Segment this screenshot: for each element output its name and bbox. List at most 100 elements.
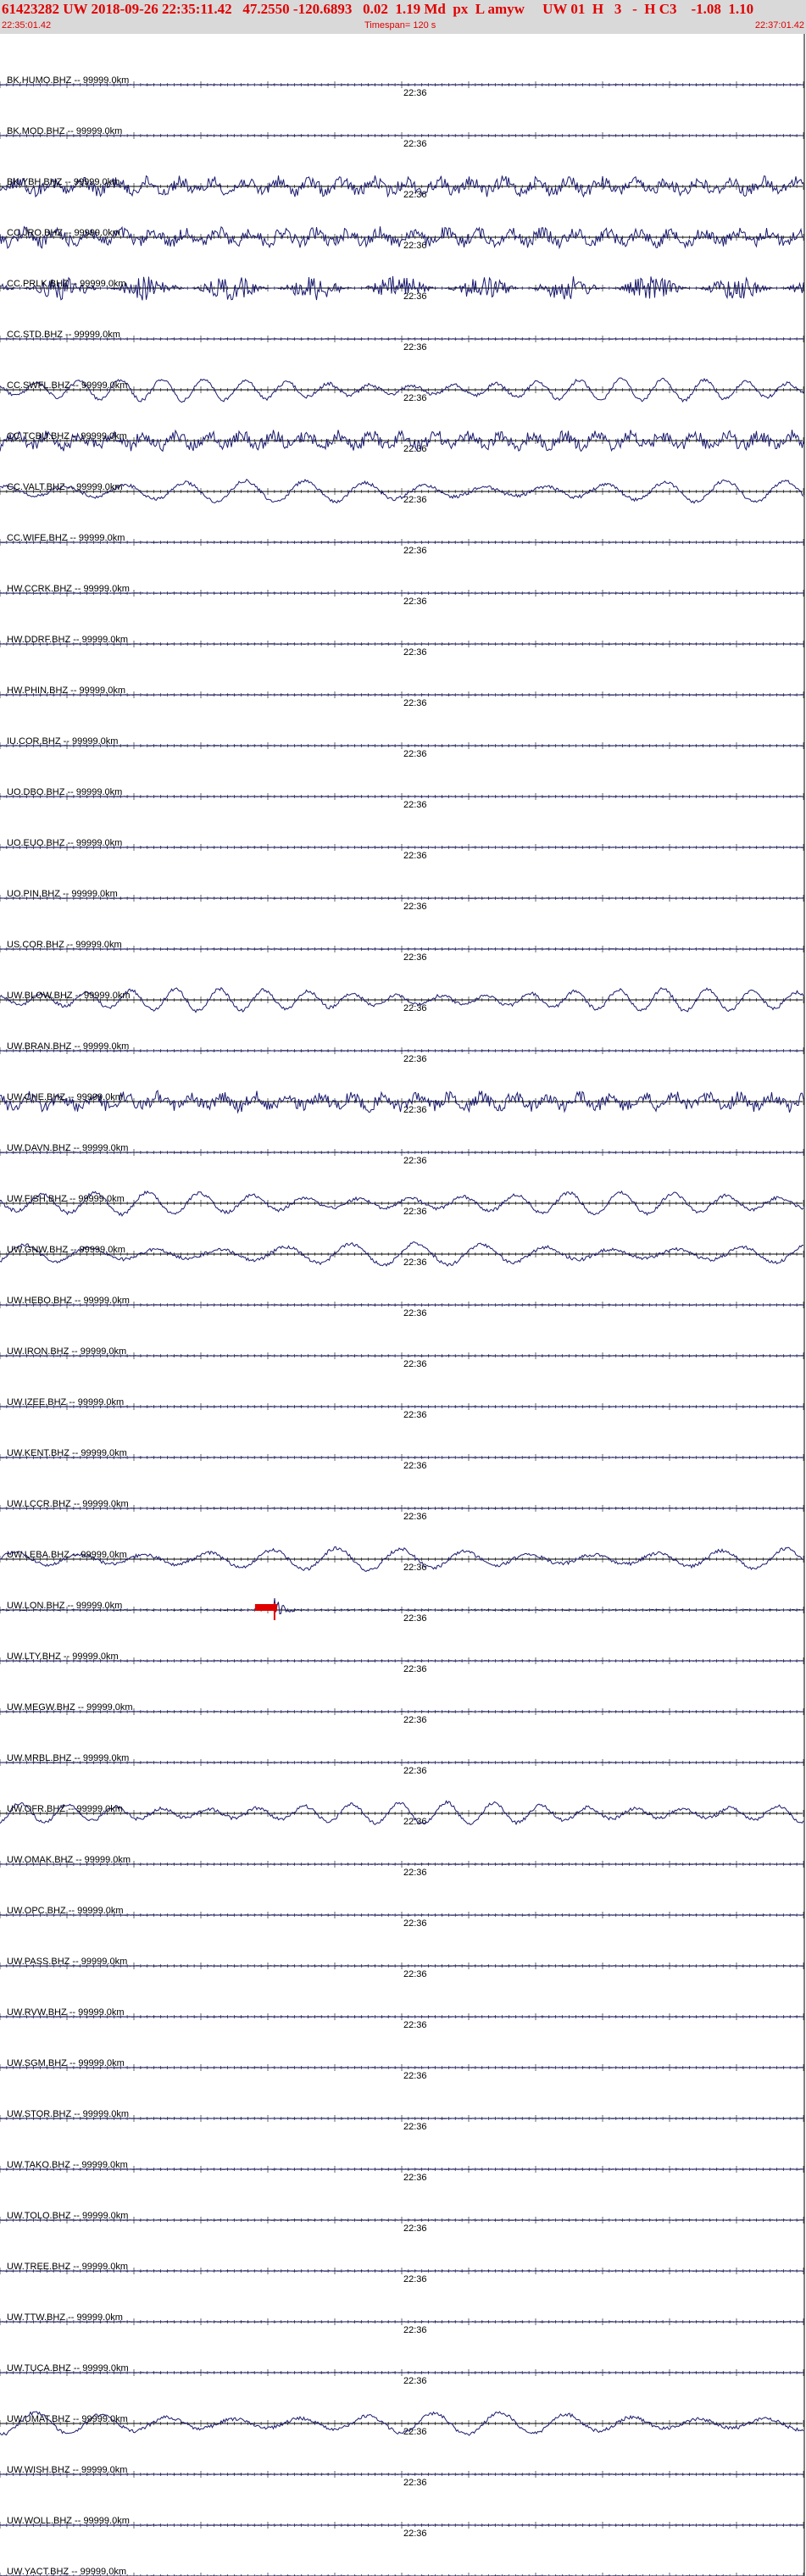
station-label: CC.VALT.BHZ -- 99999.0km: [7, 482, 123, 492]
center-tick-label: 22:36: [403, 1613, 427, 1624]
center-tick-label: 22:36: [403, 2478, 427, 2488]
center-tick-label: 22:36: [403, 190, 427, 200]
center-tick-label: 22:36: [403, 139, 427, 149]
station-label: HW.CCRK.BHZ -- 99999.0km: [7, 584, 130, 594]
station-label: UW.BLOW.BHZ -- 99999.0km: [7, 991, 130, 1001]
station-label: HW.DDRF.BHZ -- 99999.0km: [7, 635, 128, 645]
timespan-label: Timespan= 120 s: [364, 20, 436, 31]
station-label: UW.TTW.BHZ -- 99999.0km: [7, 2312, 123, 2323]
station-label: UO.EUO.BHZ -- 99999.0km: [7, 838, 122, 848]
station-label: UW.BRAN.BHZ -- 99999.0km: [7, 1041, 129, 1052]
station-label: UO.DBO.BHZ -- 99999.0km: [7, 787, 122, 797]
station-label: UW.LTY.BHZ -- 99999.0km: [7, 1652, 119, 1662]
station-label: UW.OMAK.BHZ -- 99999.0km: [7, 1855, 131, 1865]
station-label: BK.HUMO.BHZ -- 99999.0km: [7, 75, 129, 86]
center-tick-label: 22:36: [403, 2529, 427, 2539]
center-tick-label: 22:36: [403, 952, 427, 963]
center-tick-label: 22:36: [403, 2427, 427, 2437]
station-label: UW.KENT.BHZ -- 99999.0km: [7, 1448, 127, 1458]
center-tick-label: 22:36: [403, 1461, 427, 1471]
center-tick-label: 22:36: [403, 851, 427, 861]
start-time: 22:35:01.42: [2, 20, 52, 31]
station-label: UO.PIN.BHZ -- 99999.0km: [7, 889, 118, 899]
station-label: UW.WOLL.BHZ -- 99999.0km: [7, 2516, 130, 2526]
station-label: UW.HEBO.BHZ -- 99999.0km: [7, 1296, 130, 1306]
station-label: UW.DAVN.BHZ -- 99999.0km: [7, 1143, 128, 1153]
seismogram-plot: 22:36 BK.HUMO.BHZ -- 99999.0km 22:36 BK.MOD…: [0, 34, 805, 2576]
center-tick-label: 22:36: [403, 2071, 427, 2081]
station-label: UW.UMAT.BHZ -- 99999.0km: [7, 2414, 128, 2424]
station-label: US.COR.BHZ -- 99999.0km: [7, 940, 122, 950]
center-tick-label: 22:36: [403, 241, 427, 251]
station-label: IU.COR.BHZ -- 99999.0km: [7, 736, 118, 747]
center-tick-label: 22:36: [403, 546, 427, 556]
center-tick-label: 22:36: [403, 2020, 427, 2030]
center-tick-label: 22:36: [403, 1969, 427, 1979]
station-label: HW.PHIN.BHZ -- 99999.0km: [7, 686, 125, 696]
station-label: UW.OFR.BHZ -- 99999.0km: [7, 1804, 123, 1814]
center-tick-label: 22:36: [403, 2122, 427, 2132]
station-label: UW.GNW.BHZ -- 99999.0km: [7, 1245, 125, 1255]
waveform-trace: [0, 745, 804, 747]
station-label: UW.TOLO.BHZ -- 99999.0km: [7, 2211, 128, 2221]
station-label: UW.LEBA.BHZ -- 99999.0km: [7, 1550, 127, 1560]
center-tick-label: 22:36: [403, 291, 427, 302]
center-tick-label: 22:36: [403, 2274, 427, 2285]
center-tick-label: 22:36: [403, 342, 427, 353]
center-tick-label: 22:36: [403, 1410, 427, 1420]
station-label: UW.IRON.BHZ -- 99999.0km: [7, 1346, 126, 1357]
station-label: UW.SGM.BHZ -- 99999.0km: [7, 2058, 125, 2068]
center-tick-label: 22:36: [403, 597, 427, 607]
center-tick-label: 22:36: [403, 902, 427, 912]
station-label: UW.WISH.BHZ -- 99999.0km: [7, 2465, 127, 2475]
center-tick-label: 22:36: [403, 1918, 427, 1929]
center-tick-label: 22:36: [403, 1715, 427, 1725]
station-label: CC.WIFE.BHZ -- 99999.0km: [7, 533, 125, 543]
waveform-trace: [0, 897, 804, 899]
center-tick-label: 22:36: [403, 1257, 427, 1268]
center-tick-label: 22:36: [403, 800, 427, 810]
center-tick-label: 22:36: [403, 749, 427, 759]
station-label: UW.LCCR.BHZ -- 99999.0km: [7, 1499, 129, 1509]
center-tick-label: 22:36: [403, 1359, 427, 1369]
station-label: UW.MEGW.BHZ -- 99999.0km: [7, 1702, 133, 1713]
center-tick-label: 22:36: [403, 2325, 427, 2335]
center-tick-label: 22:36: [403, 2376, 427, 2386]
station-label: CC.JRO.BHZ -- 99999.0km: [7, 228, 120, 238]
station-label: UW.STOR.BHZ -- 99999.0km: [7, 2109, 129, 2119]
station-label: CC.PRLK.BHZ -- 99999.0km: [7, 279, 126, 289]
station-label: CC.STD.BHZ -- 99999.0km: [7, 330, 120, 340]
center-tick-label: 22:36: [403, 393, 427, 403]
waveform-trace: [0, 1660, 804, 1662]
center-tick-label: 22:36: [403, 2223, 427, 2234]
header-bar: 61423282 UW 2018-09-26 22:35:11.42 47.25…: [0, 0, 806, 34]
station-label: UW.LON.BHZ -- 99999.0km: [7, 1601, 122, 1611]
center-tick-label: 22:36: [403, 1512, 427, 1522]
station-label: BK.YBH.BHZ -- 99999.0km: [7, 177, 120, 187]
station-label: UW.IZEE.BHZ -- 99999.0km: [7, 1397, 124, 1407]
station-label: UW.TREE.BHZ -- 99999.0km: [7, 2262, 128, 2272]
station-label: CC.SWFL.BHZ -- 99999.0km: [7, 380, 127, 391]
waveform-trace: [0, 338, 804, 340]
center-tick-label: 22:36: [403, 698, 427, 708]
center-tick-label: 22:36: [403, 1766, 427, 1776]
station-label: UW.FISH.BHZ -- 99999.0km: [7, 1194, 125, 1204]
station-label: UW.RVW.BHZ -- 99999.0km: [7, 2007, 125, 2018]
center-tick-label: 22:36: [403, 647, 427, 658]
center-tick-label: 22:36: [403, 1868, 427, 1878]
event-title: 61423282 UW 2018-09-26 22:35:11.42 47.25…: [2, 1, 754, 17]
center-tick-label: 22:36: [403, 1003, 427, 1013]
center-tick-label: 22:36: [403, 1664, 427, 1674]
station-label: UW.TAKO.BHZ -- 99999.0km: [7, 2160, 128, 2170]
center-tick-label: 22:36: [403, 1156, 427, 1166]
station-label: BK.MOD.BHZ -- 99999.0km: [7, 126, 122, 136]
end-time: 22:37:01.42: [754, 20, 804, 31]
center-tick-label: 22:36: [403, 1308, 427, 1319]
center-tick-label: 22:36: [403, 1207, 427, 1217]
center-tick-label: 22:36: [403, 2173, 427, 2183]
station-label: UW.OPC.BHZ -- 99999.0km: [7, 1906, 124, 1916]
station-label: UW.CHE.BHZ -- 99999.0km: [7, 1092, 123, 1102]
station-label: CC.TCBU.BHZ -- 99999.0km: [7, 431, 127, 441]
station-label: UW.TUCA.BHZ -- 99999.0km: [7, 2363, 129, 2373]
center-tick-label: 22:36: [403, 495, 427, 505]
